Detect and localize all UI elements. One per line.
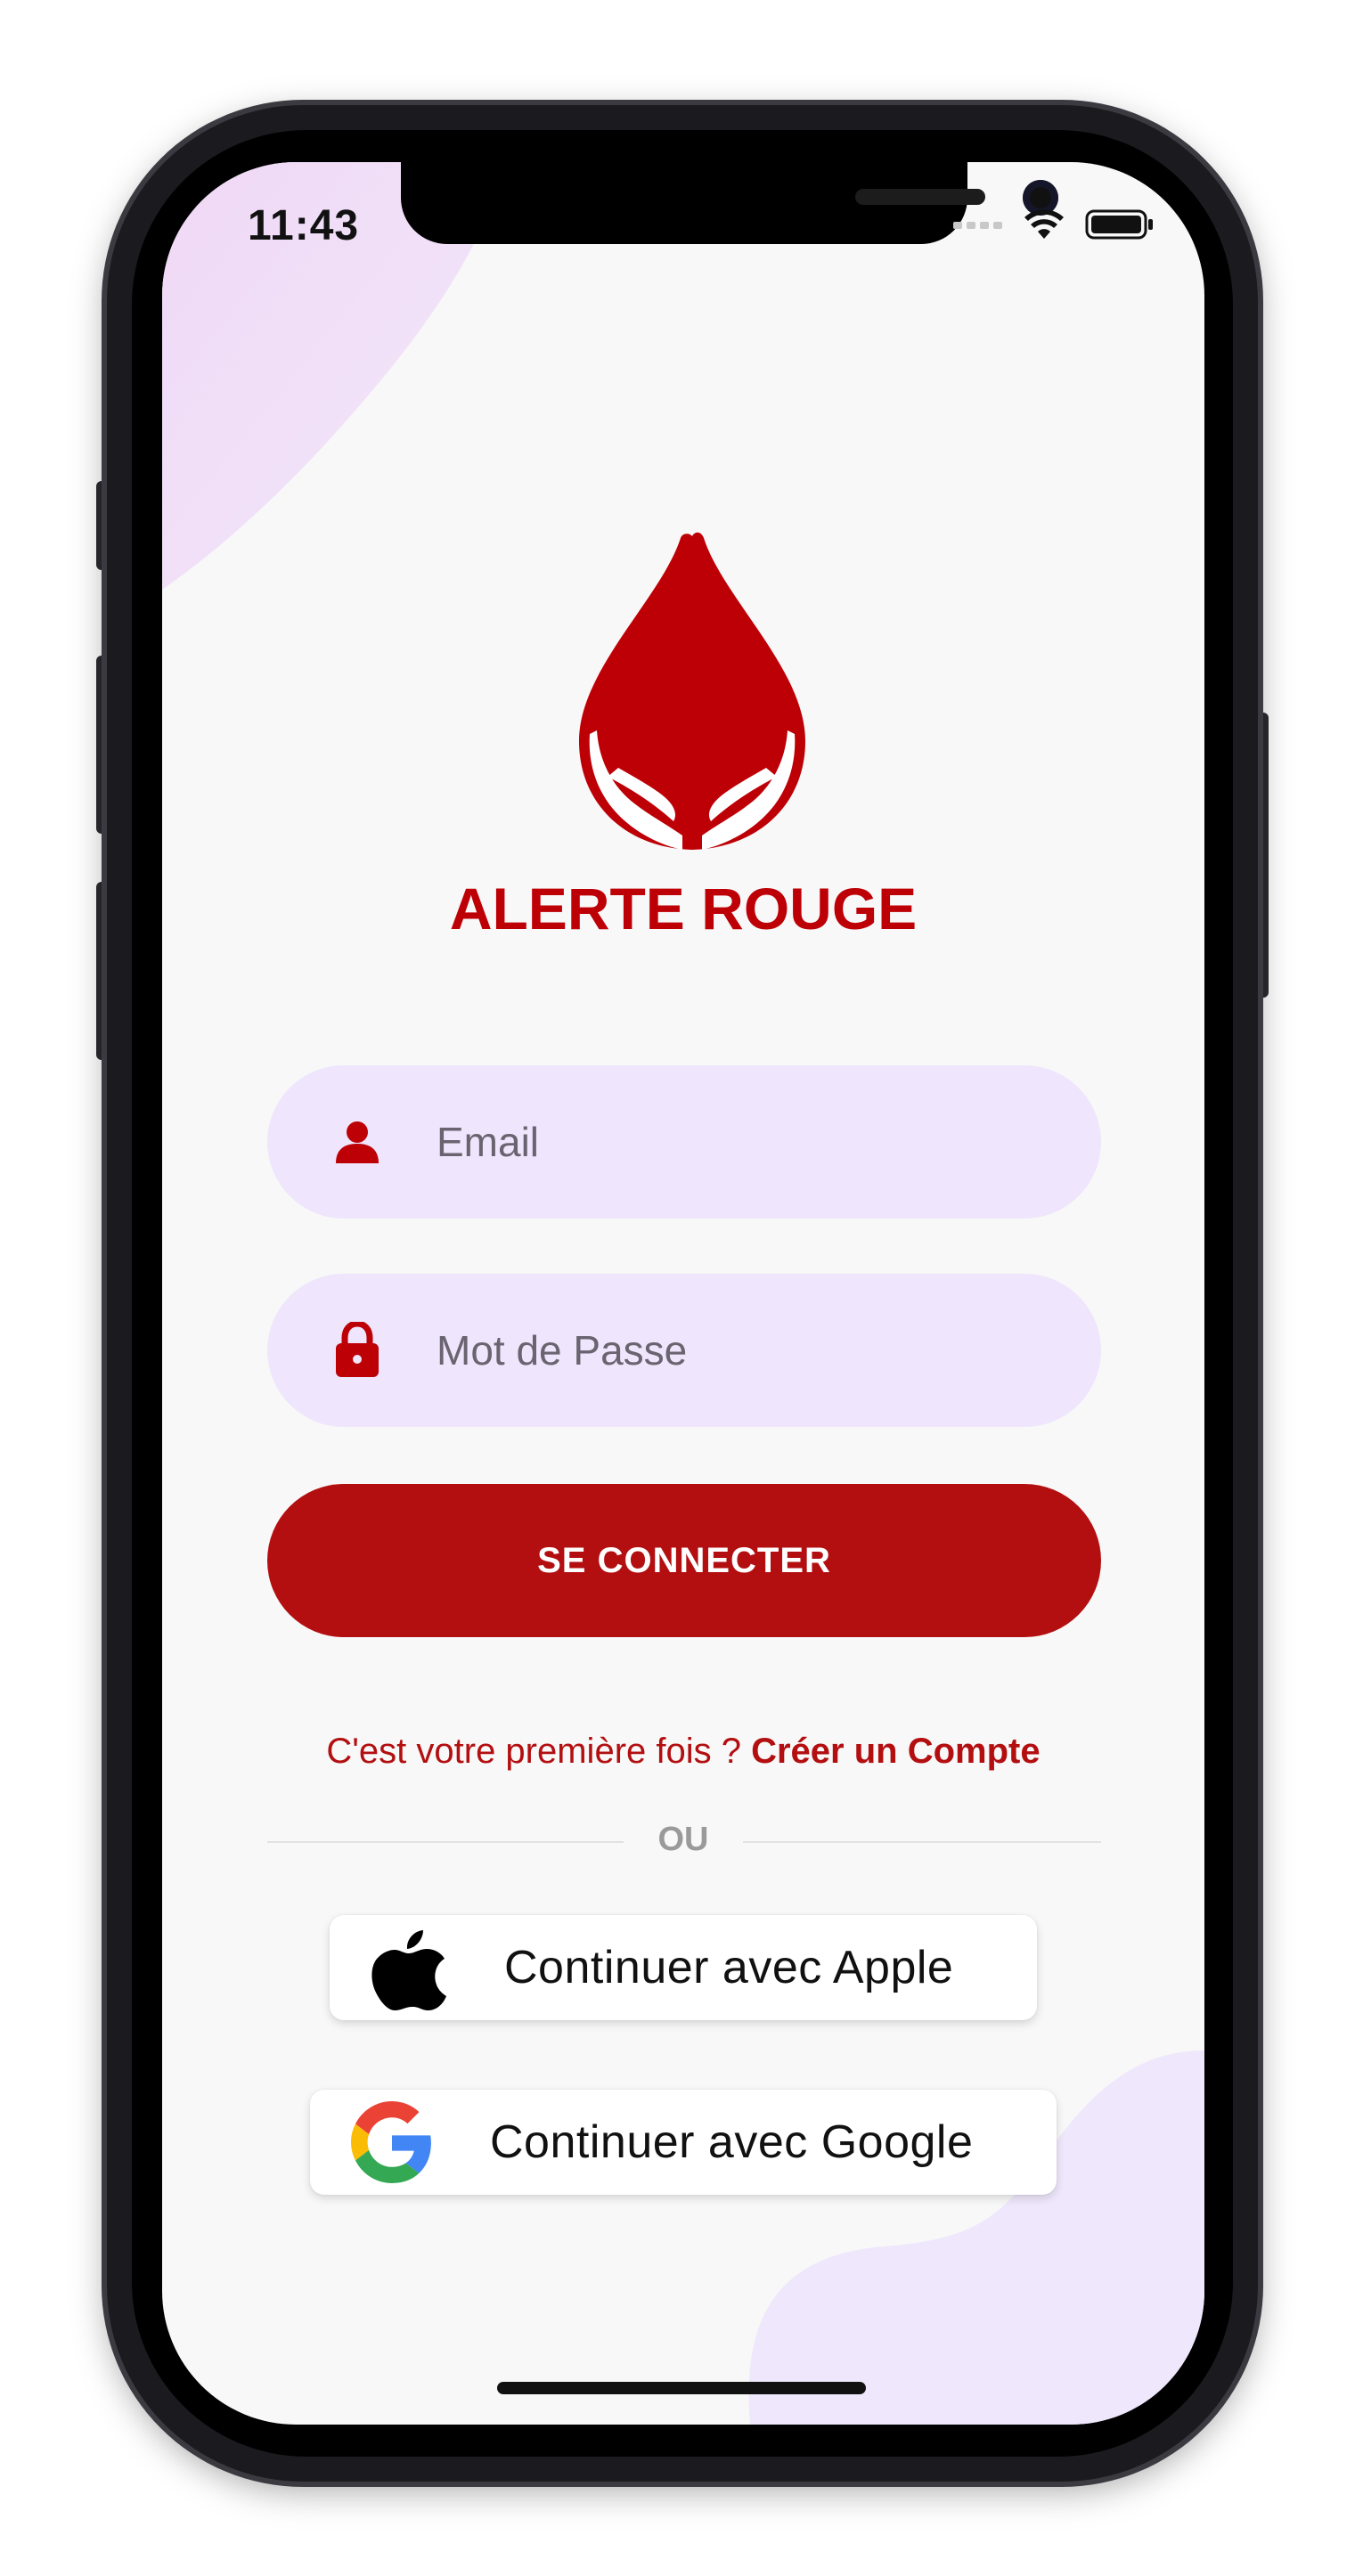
continue-with-google-button[interactable]: Continuer avec Google [310, 2090, 1057, 2195]
signup-prompt-text: C'est votre première fois ? [326, 1732, 752, 1771]
apple-button-label: Continuer avec Apple [504, 1942, 954, 1993]
password-field[interactable] [267, 1274, 1101, 1427]
google-logo-icon [349, 2101, 435, 2183]
login-button[interactable]: SE CONNECTER [267, 1484, 1101, 1637]
wifi-icon [1024, 209, 1064, 239]
create-account-link[interactable]: Créer un Compte [751, 1732, 1041, 1771]
power-button [1256, 713, 1269, 998]
password-input[interactable] [435, 1325, 1062, 1375]
continue-with-apple-button[interactable]: Continuer avec Apple [330, 1915, 1037, 2020]
earpiece-speaker [855, 189, 985, 205]
app-screen: 11:43 ALERTE ROUGE Email SE CONNECTER C'… [162, 162, 1204, 2425]
status-time: 11:43 [248, 202, 360, 249]
email-input[interactable] [435, 1117, 1062, 1167]
device-frame: 11:43 ALERTE ROUGE Email SE CONNECTER C'… [0, 0, 1363, 2576]
user-icon [330, 1114, 385, 1170]
or-separator: OU [657, 1821, 709, 1858]
home-indicator[interactable] [497, 2382, 866, 2394]
status-icons [953, 208, 1155, 240]
apple-logo-icon [369, 1925, 449, 2010]
divider-right [743, 1841, 1101, 1843]
lock-icon [330, 1322, 385, 1378]
device-notch [401, 162, 1058, 244]
google-button-label: Continuer avec Google [490, 2116, 974, 2168]
brand-name: ALERTE ROUGE [449, 876, 918, 942]
cellular-signal-icon [953, 222, 1002, 229]
email-field[interactable] [267, 1065, 1101, 1219]
blood-drop-hands-logo [579, 532, 805, 850]
signup-prompt: C'est votre première fois ? Créer un Com… [162, 1732, 1204, 1772]
battery-icon [1085, 209, 1153, 240]
